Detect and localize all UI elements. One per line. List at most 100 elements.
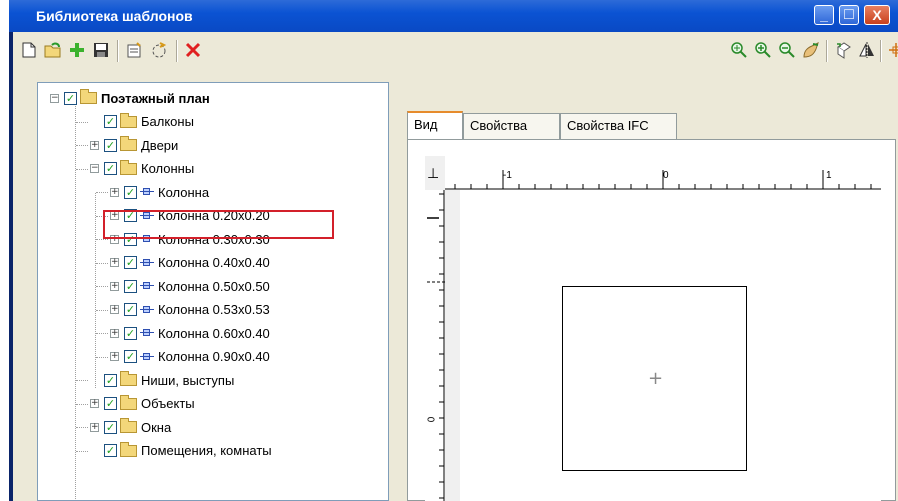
ruler-label-zero: 0 (663, 170, 669, 181)
expand-toggle-icon[interactable]: + (110, 258, 119, 267)
toolbar-separator (176, 40, 178, 62)
close-button[interactable]: X (864, 5, 890, 25)
checkbox[interactable]: ✓ (104, 115, 117, 128)
refresh-icon[interactable] (149, 40, 169, 60)
column-icon (140, 351, 154, 363)
template-library-window: Библиотека шаблонов _ □ X −✓Поэтажный (9, 0, 898, 501)
tree-item-folder[interactable]: + ✓ Двери (90, 135, 178, 155)
vertical-ruler: 0 (425, 190, 445, 501)
tree-guide-line (76, 145, 88, 146)
properties-icon[interactable] (125, 40, 145, 60)
add-icon[interactable] (67, 40, 87, 60)
expand-toggle-icon[interactable]: + (90, 422, 99, 432)
tree-item-label: Колонны (141, 161, 195, 176)
checkbox[interactable]: ✓ (104, 420, 117, 434)
maximize-button[interactable]: □ (839, 5, 859, 25)
column-icon (140, 280, 154, 292)
tree-item-label: Объекты (141, 396, 195, 411)
tab-properties[interactable]: Свойства (463, 113, 560, 139)
pan-icon[interactable] (801, 40, 821, 60)
expand-toggle-icon[interactable]: − (90, 164, 99, 173)
expand-toggle-icon[interactable]: + (90, 399, 99, 408)
checkbox[interactable]: ✓ (104, 162, 117, 175)
tree-guide-line (76, 450, 88, 452)
tree-guide-line (96, 239, 108, 240)
maximize-icon: □ (844, 6, 854, 23)
expand-toggle-icon[interactable]: + (110, 352, 119, 361)
toolbar-separator (117, 40, 119, 62)
checkbox[interactable]: ✓ (124, 256, 137, 269)
tab-view[interactable]: Вид (407, 111, 463, 139)
preview-canvas[interactable]: -1 0 1 ⊥ 0 + (425, 156, 881, 501)
tree-guide-line (76, 403, 88, 405)
tree-guide-line (76, 427, 88, 428)
tree-root-node[interactable]: − ✓ Поэтажный план (50, 88, 210, 108)
zoom-in-icon[interactable] (753, 40, 773, 60)
zoom-all-icon[interactable] (729, 40, 749, 60)
tree-item-column[interactable]: + ✓ Колонна 0.60x0.40 (110, 323, 270, 343)
checkbox[interactable]: ✓ (124, 303, 137, 316)
mirror-icon[interactable] (857, 40, 877, 60)
tree-item-column[interactable]: + ✓ Колонна 0.90x0.40 (110, 347, 270, 367)
ruler-label-v-zero: 0 (426, 416, 438, 423)
tree-guide-line (96, 333, 108, 334)
checkbox[interactable]: ✓ (104, 373, 117, 387)
tree-item-column[interactable]: + ✓ Колонна (110, 182, 209, 202)
tree-item-column[interactable]: + ✓ Колонна 0.50x0.50 (110, 276, 270, 296)
tree-item-label: Окна (141, 419, 172, 435)
tree-item-folder[interactable]: ✓ Ниши, выступы (90, 370, 234, 390)
folder-icon (120, 418, 137, 433)
checkbox[interactable]: ✓ (64, 91, 77, 105)
checkbox[interactable]: ✓ (104, 138, 117, 152)
toolbar-separator (826, 40, 828, 62)
tree-guide-line (76, 168, 88, 170)
checkbox[interactable]: ✓ (124, 185, 137, 199)
tree-item-label: Колонна 0.90x0.40 (158, 349, 270, 364)
tree-item-label: Колонна 0.50x0.50 (158, 278, 270, 294)
tree-guide-line (96, 262, 108, 264)
new-icon[interactable] (19, 40, 39, 60)
save-icon[interactable] (91, 40, 111, 60)
tree-item-column[interactable]: + ✓ Колонна 0.53x0.53 (110, 300, 270, 320)
delete-icon[interactable] (183, 40, 203, 60)
folder-icon (120, 136, 137, 151)
ruler-label-minus-one: -1 (503, 170, 512, 181)
tree-item-folder[interactable]: + ✓ Окна (90, 417, 171, 437)
selection-highlight-frame (103, 210, 334, 239)
expand-toggle-icon[interactable]: − (50, 93, 59, 103)
close-icon: X (872, 7, 882, 23)
zoom-out-icon[interactable] (777, 40, 797, 60)
expand-toggle-icon[interactable]: + (110, 328, 119, 338)
template-tree[interactable]: − ✓ Поэтажный план ✓ Балконы + ✓ Двери − ✓ Колонны… (37, 82, 389, 501)
expand-toggle-icon[interactable]: + (110, 281, 119, 291)
minimize-icon: _ (820, 7, 828, 23)
checkbox[interactable]: ✓ (124, 326, 137, 340)
tree-item-folder[interactable]: + ✓ Объекты (90, 394, 195, 414)
checkbox[interactable]: ✓ (124, 350, 137, 363)
open-icon[interactable] (43, 40, 63, 60)
tab-properties-ifc[interactable]: Свойства IFC (560, 113, 677, 139)
checkbox[interactable]: ✓ (124, 279, 137, 293)
tree-item-folder[interactable]: ✓ Балконы (90, 112, 194, 132)
rotate-icon[interactable] (833, 40, 853, 60)
checkbox[interactable]: ✓ (104, 397, 117, 410)
tree-item-label: Колонна 0.53x0.53 (158, 302, 270, 317)
preview-drawing: + (460, 190, 881, 501)
tree-item-folder[interactable]: ✓ Помещения, комнаты (90, 441, 272, 461)
minimize-button[interactable]: _ (814, 5, 834, 25)
column-icon (140, 304, 154, 316)
tree-item-label: Колонна 0.40x0.40 (158, 255, 270, 270)
tree-guide-line (96, 356, 108, 358)
tree-item-folder[interactable]: − ✓ Колонны (90, 159, 194, 179)
expand-toggle-icon[interactable]: + (110, 305, 119, 314)
tree-guide-line (76, 380, 88, 381)
checkbox[interactable]: ✓ (104, 444, 117, 457)
folder-icon (120, 112, 137, 128)
snap-point-icon[interactable] (886, 40, 898, 60)
tree-item-column[interactable]: + ✓ Колонна 0.40x0.40 (110, 253, 270, 273)
expand-toggle-icon[interactable]: + (90, 140, 99, 150)
title-bar[interactable]: Библиотека шаблонов _ □ X (9, 0, 898, 32)
expand-toggle-icon[interactable]: + (110, 187, 119, 197)
toolbar (13, 32, 898, 72)
ruler-label-one: 1 (826, 170, 832, 181)
